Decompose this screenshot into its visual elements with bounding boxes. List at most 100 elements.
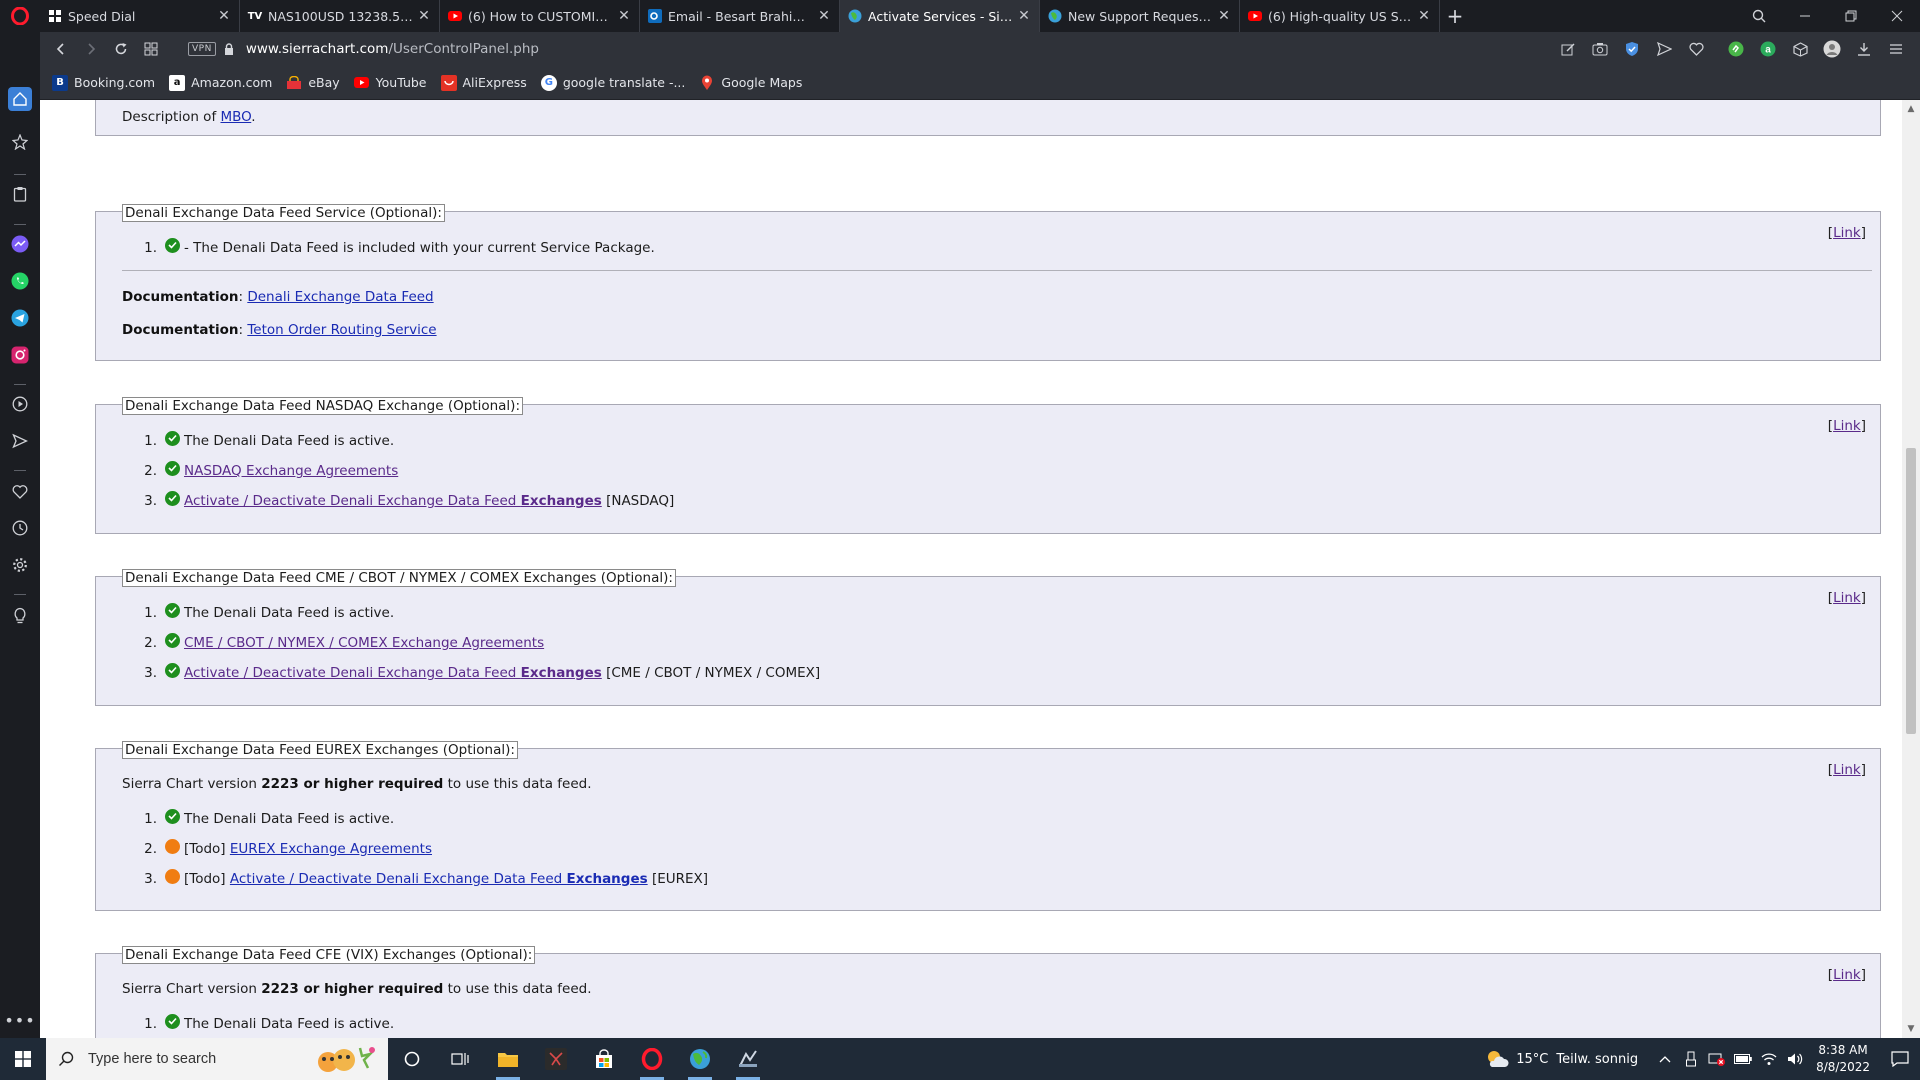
activate-exchanges-link[interactable]: Activate / Deactivate Denali Exchange Da… bbox=[184, 493, 602, 509]
settings-gear-icon[interactable] bbox=[8, 553, 32, 577]
minimize-button[interactable] bbox=[1782, 0, 1828, 32]
tab-nas100usd[interactable]: TV NAS100USD 13238.5 ▲ +0. ✕ bbox=[240, 0, 440, 32]
scroll-up-arrow-icon[interactable]: ▲ bbox=[1906, 104, 1916, 114]
bookmark-ebay[interactable]: eBay bbox=[286, 75, 340, 91]
taskbar-search-input[interactable]: Type here to search bbox=[46, 1038, 388, 1080]
list-item: 1. - The Denali Data Feed is included wi… bbox=[141, 237, 655, 256]
tab-youtube-stock[interactable]: (6) High-quality US Stock D ✕ bbox=[1240, 0, 1440, 32]
scrollbar-thumb[interactable] bbox=[1906, 448, 1916, 734]
section-link-anchor[interactable]: Link bbox=[1833, 225, 1861, 241]
divider bbox=[122, 270, 1872, 271]
back-button[interactable] bbox=[46, 34, 76, 64]
status-ok-icon bbox=[165, 632, 180, 648]
home-icon[interactable] bbox=[8, 87, 32, 111]
close-tab-icon[interactable]: ✕ bbox=[1417, 8, 1431, 24]
section-link-anchor[interactable]: Link bbox=[1833, 418, 1861, 434]
favorites-heart-icon[interactable] bbox=[8, 479, 32, 503]
nasdaq-agreements-link[interactable]: NASDAQ Exchange Agreements bbox=[184, 463, 398, 479]
tab-youtube-customize[interactable]: (6) How to CUSTOMIZE the ✕ bbox=[440, 0, 640, 32]
tab-search-icon[interactable] bbox=[1736, 0, 1782, 32]
close-tab-icon[interactable]: ✕ bbox=[217, 8, 231, 24]
volume-icon[interactable] bbox=[1784, 1052, 1806, 1066]
tab-email[interactable]: Email - Besart Brahimi - Ou ✕ bbox=[640, 0, 840, 32]
file-explorer-icon[interactable] bbox=[484, 1038, 532, 1080]
scroll-down-arrow-icon[interactable]: ▼ bbox=[1906, 1024, 1916, 1034]
tab-speed-dial[interactable]: Speed Dial ✕ bbox=[40, 0, 240, 32]
forward-button[interactable] bbox=[76, 34, 106, 64]
edit-icon[interactable] bbox=[1554, 35, 1582, 63]
lock-icon[interactable] bbox=[224, 40, 234, 59]
predator-app-icon[interactable] bbox=[532, 1038, 580, 1080]
clipboard-icon[interactable] bbox=[8, 182, 32, 206]
taskbar-clock[interactable]: 8:38 AM 8/8/2022 bbox=[1816, 1042, 1870, 1076]
bookmark-youtube[interactable]: YouTube bbox=[354, 75, 427, 91]
battery-icon[interactable] bbox=[1732, 1054, 1754, 1064]
store-bag-icon[interactable] bbox=[580, 1038, 628, 1080]
globe-app-icon[interactable] bbox=[676, 1038, 724, 1080]
restore-button[interactable] bbox=[1828, 0, 1874, 32]
weather-widget[interactable]: 15°C Teilw. sonnig bbox=[1484, 1048, 1638, 1070]
flow-icon[interactable] bbox=[8, 429, 32, 453]
send-icon[interactable] bbox=[1650, 35, 1678, 63]
download-icon[interactable] bbox=[1850, 35, 1878, 63]
history-clock-icon[interactable] bbox=[8, 516, 32, 540]
section-link-anchor[interactable]: Link bbox=[1833, 590, 1861, 606]
player-icon[interactable] bbox=[8, 392, 32, 416]
shield-icon[interactable] bbox=[1618, 35, 1646, 63]
new-tab-button[interactable]: + bbox=[1440, 0, 1470, 32]
doc-link-denali[interactable]: Denali Exchange Data Feed bbox=[247, 289, 433, 305]
doc-link-teton[interactable]: Teton Order Routing Service bbox=[247, 322, 436, 338]
close-tab-icon[interactable]: ✕ bbox=[817, 8, 831, 24]
instagram-icon[interactable] bbox=[8, 343, 32, 367]
mbo-link[interactable]: MBO bbox=[220, 109, 251, 125]
section-link-anchor[interactable]: Link bbox=[1833, 967, 1861, 983]
tabs-overview-icon[interactable] bbox=[136, 34, 166, 64]
sierra-chart-app-icon[interactable] bbox=[724, 1038, 772, 1080]
section-link-anchor[interactable]: Link bbox=[1833, 762, 1861, 778]
note-prefix: Sierra Chart version bbox=[122, 776, 262, 792]
telegram-icon[interactable] bbox=[8, 306, 32, 330]
extension-green-icon[interactable] bbox=[1722, 35, 1750, 63]
heart-icon[interactable] bbox=[1682, 35, 1710, 63]
activate-exchanges-link[interactable]: Activate / Deactivate Denali Exchange Da… bbox=[230, 871, 648, 887]
whatsapp-icon[interactable] bbox=[8, 269, 32, 293]
url-field[interactable]: www.sierrachart.com/UserControlPanel.php bbox=[246, 41, 539, 57]
more-dots-icon[interactable]: ••• bbox=[4, 1008, 34, 1032]
eurex-agreements-link[interactable]: EUREX Exchange Agreements bbox=[230, 841, 432, 857]
bookmark-google-maps[interactable]: Google Maps bbox=[699, 75, 802, 91]
bookmark-amazon[interactable]: a Amazon.com bbox=[169, 74, 272, 91]
tab-new-support-request[interactable]: New Support Request - Su ✕ bbox=[1040, 0, 1240, 32]
close-tab-icon[interactable]: ✕ bbox=[1017, 8, 1031, 24]
profile-avatar-icon[interactable] bbox=[1818, 35, 1846, 63]
task-view-icon[interactable] bbox=[436, 1038, 484, 1080]
windows-start-icon[interactable] bbox=[0, 1038, 46, 1080]
opera-logo-icon[interactable] bbox=[0, 0, 40, 32]
close-window-button[interactable] bbox=[1874, 0, 1920, 32]
easy-setup-menu-icon[interactable] bbox=[1882, 35, 1910, 63]
activate-exchanges-link[interactable]: Activate / Deactivate Denali Exchange Da… bbox=[184, 665, 602, 681]
chevron-up-icon[interactable] bbox=[1654, 1055, 1676, 1063]
tab-activate-services[interactable]: Activate Services - Sierra C ✕ bbox=[840, 0, 1040, 32]
extension-a-icon[interactable]: a bbox=[1754, 35, 1782, 63]
messenger-icon[interactable] bbox=[8, 232, 32, 256]
lightbulb-icon[interactable] bbox=[8, 603, 32, 627]
bookmark-aliexpress[interactable]: AliExpress bbox=[440, 74, 527, 91]
cme-agreements-link[interactable]: CME / CBOT / NYMEX / COMEX Exchange Agre… bbox=[184, 635, 544, 651]
close-tab-icon[interactable]: ✕ bbox=[1217, 8, 1231, 24]
network-error-icon[interactable] bbox=[1706, 1051, 1728, 1067]
close-tab-icon[interactable]: ✕ bbox=[417, 8, 431, 24]
reload-button[interactable] bbox=[106, 34, 136, 64]
camera-icon[interactable] bbox=[1586, 35, 1614, 63]
usb-device-icon[interactable] bbox=[1680, 1051, 1702, 1067]
pinboard-icon[interactable] bbox=[8, 130, 32, 154]
bookmark-google-translate[interactable]: G google translate -... bbox=[540, 74, 685, 91]
wifi-icon[interactable] bbox=[1758, 1052, 1780, 1066]
page-scrollbar[interactable]: ▲ ▼ bbox=[1902, 100, 1920, 1038]
vpn-badge[interactable]: VPN bbox=[188, 42, 216, 56]
notification-center-icon[interactable] bbox=[1880, 1051, 1920, 1067]
close-tab-icon[interactable]: ✕ bbox=[617, 8, 631, 24]
cortana-circle-icon[interactable] bbox=[388, 1038, 436, 1080]
opera-taskbar-icon[interactable] bbox=[628, 1038, 676, 1080]
cube-icon[interactable] bbox=[1786, 35, 1814, 63]
bookmark-booking[interactable]: B Booking.com bbox=[52, 74, 155, 91]
